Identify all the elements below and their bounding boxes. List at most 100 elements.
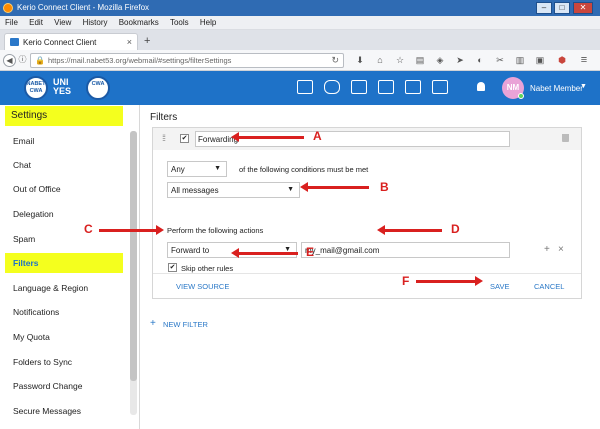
skip-other-rules-checkbox[interactable]: ✔ bbox=[168, 263, 177, 272]
url-input[interactable] bbox=[48, 55, 318, 66]
lock-icon: 🔒 bbox=[35, 56, 45, 65]
filter-name-input[interactable] bbox=[195, 131, 510, 147]
maximize-button[interactable]: □ bbox=[554, 2, 570, 14]
sidebar-item-out-of-office[interactable]: Out of Office bbox=[5, 179, 123, 199]
sidebar-item-secure-messages[interactable]: Secure Messages bbox=[5, 401, 123, 421]
filter-card-header: ⁞⁞ ✔ bbox=[153, 128, 581, 150]
close-window-button[interactable]: ✕ bbox=[573, 2, 593, 14]
library-icon[interactable]: ▤ bbox=[414, 55, 426, 66]
sidebar-item-email[interactable]: Email bbox=[5, 131, 123, 151]
menu-edit[interactable]: Edit bbox=[24, 16, 47, 27]
annotation-arrow-f bbox=[416, 276, 483, 286]
minimize-button[interactable]: – bbox=[536, 2, 552, 14]
remove-action-icon[interactable]: × bbox=[558, 244, 564, 255]
condition-select[interactable]: All messages ▼ bbox=[167, 182, 300, 198]
notes-icon[interactable] bbox=[432, 80, 448, 94]
sidebar-item-language-region[interactable]: Language & Region bbox=[5, 278, 123, 298]
sidebar-item-filters[interactable]: Filters bbox=[5, 253, 123, 273]
tab-kerio-connect[interactable]: Kerio Connect Client × bbox=[4, 33, 138, 50]
annotation-arrow-c bbox=[99, 225, 164, 235]
nabet-logo: NABET CWA bbox=[24, 76, 48, 100]
sidebar-item-spam[interactable]: Spam bbox=[5, 229, 123, 249]
chevron-down-icon: ▼ bbox=[287, 186, 294, 193]
filter-enabled-checkbox[interactable]: ✔ bbox=[180, 134, 189, 143]
chat-icon[interactable] bbox=[324, 80, 340, 94]
action-value: Forward to bbox=[171, 246, 210, 255]
forward-address-input[interactable] bbox=[301, 242, 510, 258]
menu-file[interactable]: File bbox=[0, 16, 22, 27]
drag-handle-icon[interactable]: ⁞⁞ bbox=[162, 133, 166, 143]
cancel-button[interactable]: CANCEL bbox=[534, 282, 564, 291]
bookmark-star-icon[interactable]: ☆ bbox=[394, 55, 406, 66]
skip-other-rules-label[interactable]: Skip other rules bbox=[181, 264, 233, 273]
extension-icon[interactable]: ▣ bbox=[534, 55, 546, 66]
ublock-icon[interactable]: ⬢ bbox=[556, 55, 568, 66]
contacts-icon[interactable] bbox=[378, 80, 394, 94]
annotation-label-d: D bbox=[451, 222, 460, 236]
cwa-logo: CWA bbox=[86, 76, 110, 100]
calendar-icon[interactable] bbox=[351, 80, 367, 94]
bell-icon[interactable] bbox=[477, 82, 485, 91]
match-mode-select[interactable]: Any ▼ bbox=[167, 161, 227, 177]
condition-value: All messages bbox=[171, 186, 219, 195]
reload-icon[interactable]: ↻ bbox=[331, 55, 339, 66]
chevron-down-icon[interactable]: ▼ bbox=[580, 83, 587, 90]
conditions-label: of the following conditions must be met bbox=[239, 165, 369, 174]
tab-close-icon[interactable]: × bbox=[127, 37, 132, 47]
sidebar-item-chat[interactable]: Chat bbox=[5, 155, 123, 175]
menu-tools[interactable]: Tools bbox=[165, 16, 193, 27]
container-icon[interactable]: ▥ bbox=[514, 55, 526, 66]
menu-view[interactable]: View bbox=[49, 16, 75, 27]
card-divider bbox=[153, 273, 581, 274]
screenshot-icon[interactable]: ✂ bbox=[494, 55, 506, 66]
add-action-icon[interactable]: + bbox=[544, 244, 550, 255]
new-tab-button[interactable]: + bbox=[144, 35, 150, 47]
settings-sidebar: Settings Email Chat Out of Office Delega… bbox=[0, 105, 140, 429]
firefox-icon bbox=[3, 3, 13, 13]
tasks-icon[interactable] bbox=[405, 80, 421, 94]
send-icon[interactable]: ➤ bbox=[454, 55, 466, 66]
menu-help[interactable]: Help bbox=[195, 16, 220, 27]
user-name[interactable]: Nabet Member bbox=[530, 84, 583, 93]
filter-card: ⁞⁞ ✔ Any ▼ of the following conditions m… bbox=[152, 127, 582, 299]
annotation-label-a: A bbox=[313, 129, 322, 143]
menu-bar: File Edit View History Bookmarks Tools H… bbox=[0, 16, 600, 30]
app-header: NABET CWA UNI YES CWA NM Nabet Member ▼ bbox=[0, 71, 600, 105]
tab-strip: Kerio Connect Client × + bbox=[0, 30, 600, 50]
chevron-down-icon: ▼ bbox=[214, 165, 221, 172]
annotation-label-b: B bbox=[380, 180, 389, 194]
url-bar[interactable]: 🔒 ↻ bbox=[30, 53, 344, 68]
plus-icon[interactable]: + bbox=[150, 318, 156, 329]
actions-label: Perform the following actions bbox=[167, 226, 264, 235]
annotation-arrow-b bbox=[300, 182, 369, 192]
scrollbar-thumb[interactable] bbox=[130, 131, 137, 381]
sidebar-item-my-quota[interactable]: My Quota bbox=[5, 327, 123, 347]
mail-icon bbox=[10, 38, 19, 46]
trash-icon[interactable] bbox=[562, 134, 569, 142]
annotation-label-c: C bbox=[84, 222, 93, 236]
home-icon[interactable]: ⌂ bbox=[374, 55, 386, 66]
pocket-icon[interactable]: ◈ bbox=[434, 55, 446, 66]
window-title: Kerio Connect Client - Mozilla Firefox bbox=[17, 3, 150, 12]
page-title: Filters bbox=[150, 112, 178, 123]
sidebar-item-folders-to-sync[interactable]: Folders to Sync bbox=[5, 352, 123, 372]
menu-history[interactable]: History bbox=[78, 16, 112, 27]
sidebar-item-delegation[interactable]: Delegation bbox=[5, 204, 123, 224]
sidebar-item-password-change[interactable]: Password Change bbox=[5, 376, 123, 396]
sidebar-item-notifications[interactable]: Notifications bbox=[5, 302, 123, 322]
new-filter-button[interactable]: NEW FILTER bbox=[163, 320, 208, 329]
navigation-bar: ◀ ⓘ 🔒 ↻ ⬇ ⌂ ☆ ▤ ◈ ➤ ◐ ✂ ▥ ▣ ⬢ ≡ bbox=[0, 50, 600, 71]
sidebar-scrollbar[interactable] bbox=[130, 131, 137, 415]
filters-panel: Filters ⁞⁞ ✔ Any ▼ of the following cond… bbox=[141, 105, 600, 429]
back-button[interactable]: ◀ bbox=[3, 54, 16, 67]
info-icon[interactable]: ⓘ bbox=[16, 54, 29, 67]
download-icon[interactable]: ⬇ bbox=[354, 55, 366, 66]
view-source-link[interactable]: VIEW SOURCE bbox=[176, 282, 229, 291]
menu-bookmarks[interactable]: Bookmarks bbox=[114, 16, 163, 27]
annotation-arrow-d bbox=[377, 225, 442, 235]
save-button[interactable]: SAVE bbox=[490, 282, 509, 291]
hamburger-menu-icon[interactable]: ≡ bbox=[578, 55, 590, 66]
annotation-label-e: E bbox=[306, 245, 315, 259]
mail-icon[interactable] bbox=[297, 80, 313, 94]
sync-icon[interactable]: ◐ bbox=[474, 55, 486, 66]
